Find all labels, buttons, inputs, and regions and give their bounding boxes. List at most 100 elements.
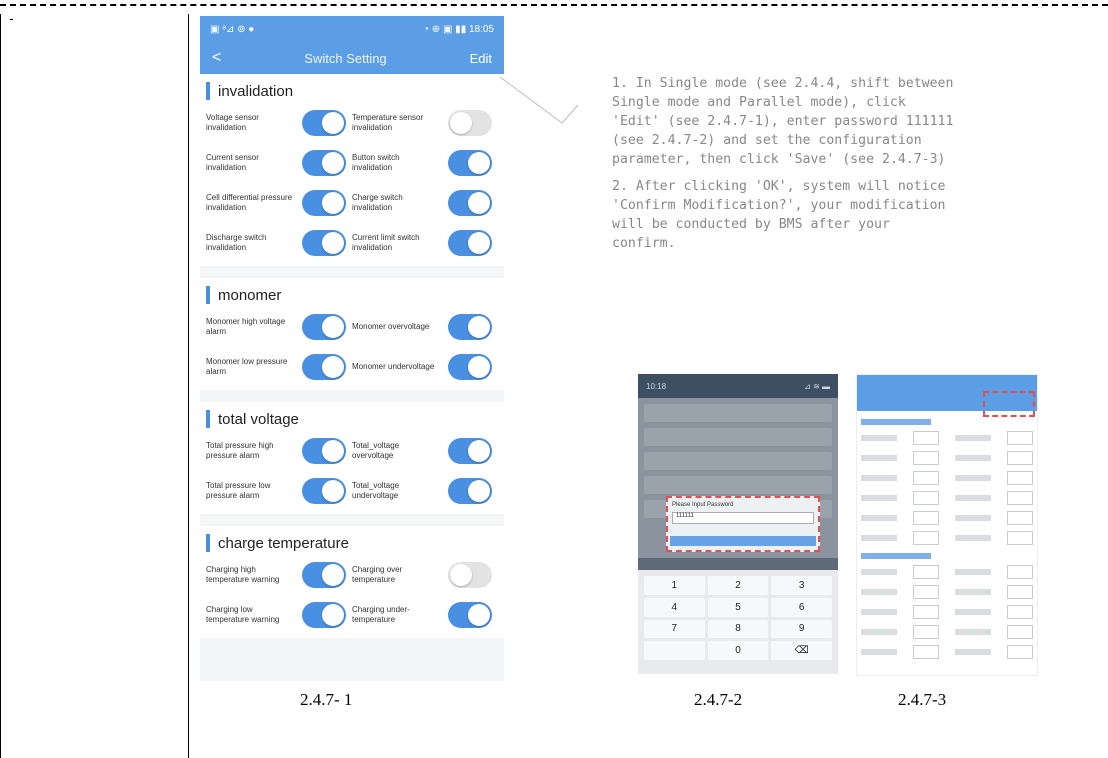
toggle-switch[interactable] bbox=[302, 478, 346, 504]
table-border-divider bbox=[188, 14, 189, 758]
switch-label: Monomer undervoltage bbox=[352, 362, 435, 371]
status-bar: 10:18 ⊿ ≋ ▬ bbox=[638, 374, 838, 398]
keypad-key[interactable]: 0 bbox=[707, 641, 769, 660]
section-header: charge temperature bbox=[200, 530, 504, 556]
toggle-switch[interactable] bbox=[448, 438, 492, 464]
keypad-key[interactable]: 8 bbox=[707, 619, 769, 639]
keypad-key[interactable]: 4 bbox=[644, 597, 705, 617]
status-icons-left: ▣ ᵊ​⊿ ⊚ ● bbox=[210, 23, 255, 35]
switch-grid: Charging high temperature warning Chargin… bbox=[200, 556, 504, 632]
toggle-switch[interactable] bbox=[448, 230, 492, 256]
switch-row: Charging over temperature bbox=[352, 558, 498, 592]
switch-label: Voltage sensor invalidation bbox=[206, 113, 259, 132]
toggle-switch[interactable] bbox=[302, 438, 346, 464]
switch-row: Monomer high voltage alarm bbox=[206, 310, 352, 344]
switch-label: Current limit switch invalidation bbox=[352, 233, 420, 252]
switch-label: Charge switch invalidation bbox=[352, 193, 403, 212]
switch-row: Charge switch invalidation bbox=[352, 186, 498, 220]
toggle-knob bbox=[322, 480, 344, 502]
toggle-switch[interactable] bbox=[448, 478, 492, 504]
row-marker: - bbox=[9, 10, 14, 26]
section-title: invalidation bbox=[218, 82, 294, 100]
toggle-switch[interactable] bbox=[302, 562, 346, 588]
status-icons-right: ◔ ⊕ ▣ ▮▮ 18:05 bbox=[422, 23, 494, 35]
switch-row: Monomer low pressure alarm bbox=[206, 350, 352, 384]
status-time: 10:18 bbox=[646, 381, 667, 391]
keypad-key[interactable]: 6 bbox=[771, 597, 832, 617]
toggle-switch[interactable] bbox=[448, 110, 492, 136]
toggle-switch[interactable] bbox=[302, 150, 346, 176]
save-button-highlight[interactable] bbox=[983, 391, 1035, 417]
switch-label: Cell differential pressure invalidation bbox=[206, 193, 293, 212]
password-screenshot: 10:18 ⊿ ≋ ▬ Please Input Password 111111… bbox=[638, 374, 838, 674]
settings-section: total voltage Total pressure high pressur… bbox=[200, 402, 504, 514]
keypad-key[interactable]: 2 bbox=[707, 576, 769, 595]
toggle-knob bbox=[468, 192, 490, 214]
toggle-knob bbox=[468, 480, 490, 502]
keypad-key[interactable]: 5 bbox=[707, 597, 769, 617]
figure-caption-1: 2.4.7- 1 bbox=[300, 690, 353, 709]
switch-label: Monomer overvoltage bbox=[352, 322, 430, 331]
switch-grid: Total pressure high pressure alarm Total_… bbox=[200, 432, 504, 508]
callout-pointer bbox=[500, 76, 579, 124]
figure-caption-2: 2.4.7-2 bbox=[694, 690, 743, 709]
note-1: 1. In Single mode (see 2.4.4, shift betw… bbox=[612, 76, 954, 167]
switch-row: Voltage sensor invalidation bbox=[206, 106, 352, 140]
toggle-switch[interactable] bbox=[448, 190, 492, 216]
note-2: 2. After clicking 'OK', system will noti… bbox=[612, 179, 946, 251]
toggle-switch[interactable] bbox=[448, 150, 492, 176]
section-title: total voltage bbox=[218, 410, 299, 428]
switch-label: Discharge switch invalidation bbox=[206, 233, 267, 252]
switch-label: Total pressure low pressure alarm bbox=[206, 481, 271, 500]
toggle-switch[interactable] bbox=[302, 110, 346, 136]
switch-label: Current sensor invalidation bbox=[206, 153, 259, 172]
switch-row: Current sensor invalidation bbox=[206, 146, 352, 180]
dialog-title: Please Input Password bbox=[672, 502, 734, 508]
switch-row: Current limit switch invalidation bbox=[352, 226, 498, 260]
status-bar: ▣ ᵊ​⊿ ⊚ ● ◔ ⊕ ▣ ▮▮ 18:05 bbox=[200, 16, 504, 42]
keypad-key[interactable]: 7 bbox=[644, 619, 705, 639]
switch-row: Cell differential pressure invalidation bbox=[206, 186, 352, 220]
keypad-key[interactable]: 1 bbox=[644, 576, 705, 595]
switch-row: Button switch invalidation bbox=[352, 146, 498, 180]
toggle-switch[interactable] bbox=[448, 562, 492, 588]
section-title: monomer bbox=[218, 286, 282, 304]
section-accent-bar bbox=[206, 534, 210, 552]
toggle-switch[interactable] bbox=[302, 190, 346, 216]
instruction-notes: 1. In Single mode (see 2.4.4, shift betw… bbox=[612, 74, 1102, 261]
switch-row: Total pressure low pressure alarm bbox=[206, 474, 352, 508]
toggle-switch[interactable] bbox=[448, 354, 492, 380]
toggle-switch[interactable] bbox=[302, 354, 346, 380]
ok-button[interactable] bbox=[670, 536, 816, 546]
switch-setting-screenshot: ▣ ᵊ​⊿ ⊚ ● ◔ ⊕ ▣ ▮▮ 18:05 < Switch Settin… bbox=[200, 16, 504, 681]
screen-title: Switch Setting bbox=[304, 50, 387, 66]
toggle-switch[interactable] bbox=[448, 602, 492, 628]
toggle-switch[interactable] bbox=[302, 314, 346, 340]
toggle-knob bbox=[322, 112, 344, 134]
keypad-key[interactable]: 3 bbox=[771, 576, 832, 595]
switch-label: Charging high temperature warning bbox=[206, 565, 280, 584]
toggle-switch[interactable] bbox=[302, 230, 346, 256]
settings-section: charge temperature Charging high temperat… bbox=[200, 526, 504, 638]
edit-button[interactable]: Edit bbox=[470, 51, 492, 66]
toggle-switch[interactable] bbox=[448, 314, 492, 340]
switch-row: Monomer overvoltage bbox=[352, 310, 498, 344]
switch-label: Monomer low pressure alarm bbox=[206, 357, 288, 376]
keypad-key[interactable]: ⌫ bbox=[771, 641, 832, 660]
section-title: charge temperature bbox=[218, 534, 349, 552]
toggle-knob bbox=[322, 192, 344, 214]
toggle-switch[interactable] bbox=[302, 602, 346, 628]
toggle-knob bbox=[468, 152, 490, 174]
password-input[interactable]: 111111 bbox=[672, 512, 814, 524]
switch-label: Charging under-temperature bbox=[352, 605, 410, 624]
toggle-knob bbox=[468, 604, 490, 626]
switch-row: Total_voltage undervoltage bbox=[352, 474, 498, 508]
switch-row: Discharge switch invalidation bbox=[206, 226, 352, 260]
keypad-key[interactable] bbox=[644, 641, 705, 660]
back-button[interactable]: < bbox=[212, 49, 221, 67]
keypad-key[interactable]: 9 bbox=[771, 619, 832, 639]
toggle-knob bbox=[450, 564, 472, 586]
section-header: total voltage bbox=[200, 406, 504, 432]
section-header: monomer bbox=[200, 282, 504, 308]
toggle-knob bbox=[322, 356, 344, 378]
